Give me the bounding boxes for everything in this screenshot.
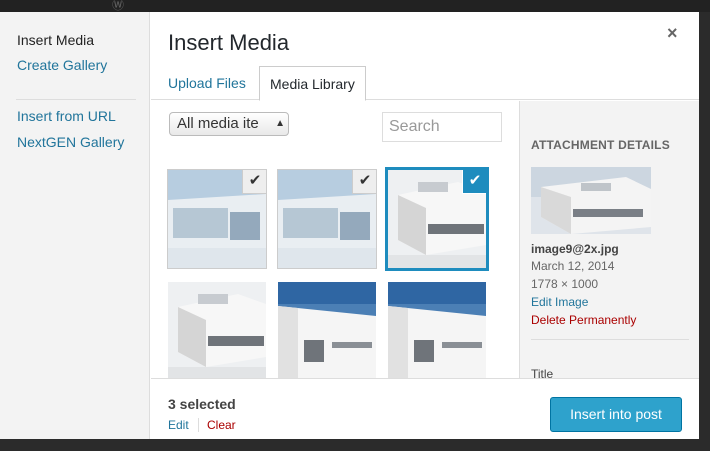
attachment-details-sidebar: ATTACHMENT DETAILS image9@2x.jpg March 1…: [519, 101, 699, 378]
menu-item-insert-media[interactable]: Insert Media: [17, 32, 94, 48]
menu-item-create-gallery[interactable]: Create Gallery: [17, 57, 107, 73]
menu-separator: [16, 99, 136, 100]
edit-image-link[interactable]: Edit Image: [531, 295, 588, 309]
attachment-thumbnail[interactable]: ✔: [168, 170, 266, 268]
delete-permanently-link[interactable]: Delete Permanently: [531, 313, 636, 327]
media-modal: Insert Media Create Gallery Insert from …: [0, 12, 699, 439]
edit-selection-link[interactable]: Edit: [168, 418, 189, 432]
menu-item-nextgen-gallery[interactable]: NextGEN Gallery: [17, 134, 124, 150]
media-toolbar: 3 selected Edit Clear Insert into post: [151, 378, 699, 439]
attachment-thumbnail[interactable]: [388, 282, 486, 378]
menu-item-insert-from-url[interactable]: Insert from URL: [17, 108, 116, 124]
attachment-thumbnail[interactable]: [278, 282, 376, 378]
search-input[interactable]: Search: [382, 112, 502, 142]
checkmark-icon[interactable]: ✔: [242, 170, 266, 194]
attachment-preview-image: [531, 167, 651, 234]
select-arrows-icon: ▲▼: [275, 118, 285, 129]
title-label: Title: [531, 367, 554, 378]
selection-count: 3 selected: [168, 396, 236, 412]
tab-media-library[interactable]: Media Library: [259, 66, 366, 101]
insert-into-post-button[interactable]: Insert into post: [550, 397, 682, 432]
router-tabs: Upload Files Media Library: [151, 66, 699, 101]
attachments-browser: All media ite ▲▼ Search ✔ ✔ ✔: [151, 101, 519, 378]
attachment-date: March 12, 2014: [531, 259, 615, 273]
attachment-filename: image9@2x.jpg: [531, 242, 619, 256]
tab-upload-files[interactable]: Upload Files: [158, 66, 256, 100]
checkmark-icon[interactable]: ✔: [352, 170, 376, 194]
admin-bar: Ⓦ: [0, 0, 710, 12]
attachment-thumbnail[interactable]: ✔: [278, 170, 376, 268]
attachment-thumbnail[interactable]: [168, 282, 266, 378]
media-filter-select[interactable]: All media ite ▲▼: [169, 112, 289, 136]
media-menu: Insert Media Create Gallery Insert from …: [0, 12, 150, 439]
filter-value: All media ite: [177, 115, 259, 132]
clear-selection-link[interactable]: Clear: [198, 418, 236, 432]
attachment-details-heading: ATTACHMENT DETAILS: [531, 138, 670, 152]
details-separator: [531, 339, 689, 340]
checkmark-icon[interactable]: ✔: [462, 170, 486, 194]
close-icon[interactable]: ×: [667, 23, 678, 44]
attachment-thumbnail[interactable]: ✔: [388, 170, 486, 268]
modal-title: Insert Media: [168, 30, 290, 55]
attachment-dimensions: 1778 × 1000: [531, 277, 599, 291]
